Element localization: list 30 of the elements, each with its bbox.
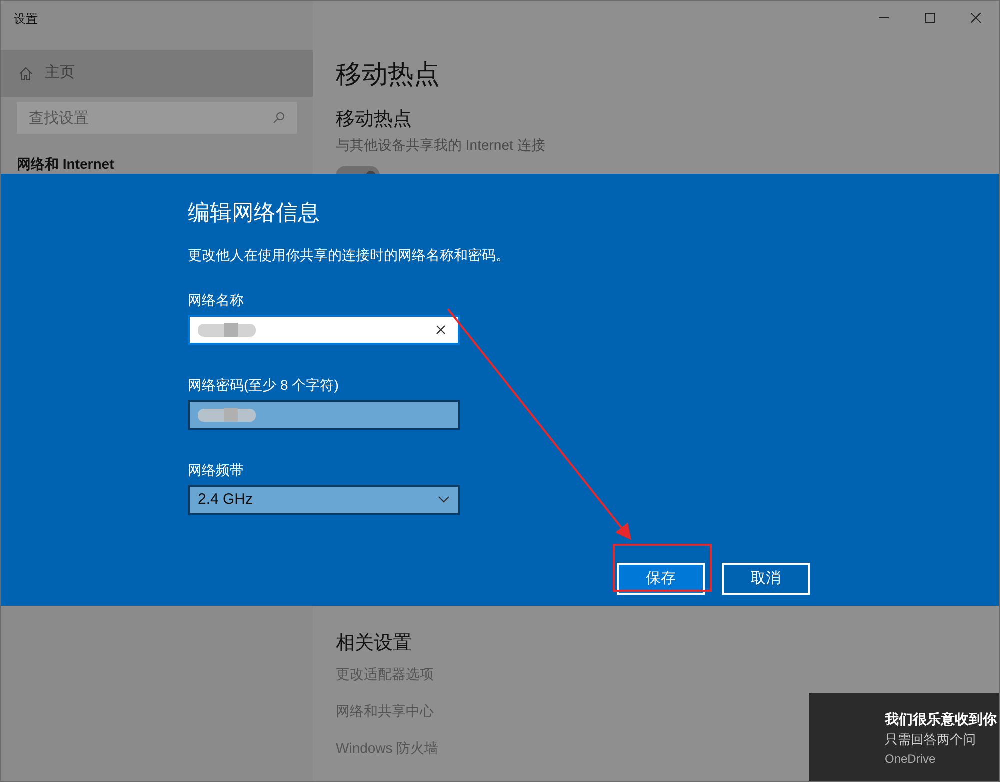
field-label: 网络名称 bbox=[188, 291, 245, 310]
settings-link[interactable]: 更改适配器选项 bbox=[336, 664, 434, 685]
cancel-button[interactable]: 取消 bbox=[722, 563, 810, 595]
settings-link[interactable]: 网络和共享中心 bbox=[336, 701, 434, 722]
page-title: 移动热点 bbox=[336, 58, 441, 91]
save-button[interactable]: 保存 bbox=[617, 563, 705, 595]
dialog-description: 更改他人在使用你共享的连接时的网络名称和密码。 bbox=[188, 246, 511, 265]
section-description: 与其他设备共享我的 Internet 连接 bbox=[336, 136, 546, 154]
password-field[interactable] bbox=[188, 400, 460, 430]
sidebar-item[interactable]: 主页 bbox=[1, 50, 313, 97]
search-icon bbox=[273, 112, 285, 124]
notification-body: 只需回答两个问 bbox=[885, 731, 977, 749]
related-settings-heading: 相关设置 bbox=[336, 632, 413, 656]
close-icon[interactable] bbox=[971, 13, 981, 23]
search-field[interactable]: 查找设置 bbox=[17, 102, 297, 134]
dialog-title: 编辑网络信息 bbox=[188, 199, 321, 227]
chevron-down-icon bbox=[438, 496, 450, 504]
settings-link[interactable]: Windows 防火墙 bbox=[336, 738, 439, 759]
section-title: 移动热点 bbox=[336, 108, 413, 132]
clear-icon[interactable] bbox=[436, 325, 446, 335]
notification-title: 我们很乐意收到你 bbox=[885, 710, 998, 729]
window-title: 设置 bbox=[14, 11, 39, 28]
home-icon bbox=[19, 66, 33, 80]
field-label: 网络频带 bbox=[188, 461, 245, 480]
section-heading: 网络和 Internet bbox=[17, 155, 116, 174]
input-field[interactable] bbox=[188, 315, 460, 345]
notification-app: OneDrive bbox=[885, 750, 937, 768]
maximize-icon[interactable] bbox=[925, 13, 935, 23]
field-label: 网络密码(至少 8 个字符) bbox=[188, 376, 340, 395]
band-dropdown[interactable]: 2.4 GHz bbox=[188, 485, 460, 515]
